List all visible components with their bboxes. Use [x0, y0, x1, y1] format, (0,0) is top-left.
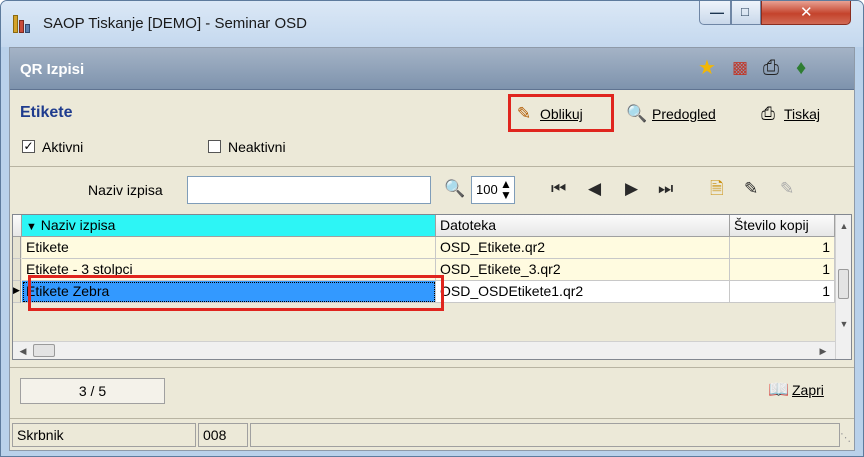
sort-desc-icon: ▼: [26, 221, 37, 233]
cell-copies: 1: [730, 237, 835, 259]
record-counter: 3 / 5: [20, 378, 165, 404]
next-record-icon[interactable]: ▶: [625, 178, 638, 200]
cell-file: OSD_Etikete_3.qr2: [436, 259, 730, 281]
status-bar: Skrbnik 008 ⋱: [10, 418, 854, 450]
minimize-button[interactable]: —: [699, 1, 731, 25]
column-header-file[interactable]: Datoteka: [436, 215, 730, 237]
current-row-icon: ▶: [13, 285, 20, 295]
cell-copies: 1: [730, 259, 835, 281]
status-user: Skrbnik: [12, 423, 196, 447]
design-button-highlight: [508, 94, 614, 132]
panel-header: QR Izpisi ★ ▩ ⎙ ♦: [10, 48, 854, 90]
zoom-spinner-icon[interactable]: ▲ ▼: [500, 178, 512, 201]
panel-title: QR Izpisi: [20, 61, 85, 78]
active-checkbox-label: Aktivni: [42, 139, 84, 155]
horizontal-scroll-thumb[interactable]: [33, 344, 55, 357]
status-empty: [250, 423, 840, 447]
scroll-left-icon[interactable]: ◀: [15, 342, 31, 360]
first-record-icon[interactable]: ⏮: [551, 178, 566, 200]
close-window-button[interactable]: ✕: [761, 1, 851, 25]
filter-bar: Naziv izpisa 🔍 100 ▲ ▼ ⏮ ◀ ▶ ⏭ 🗎 ✎ ✎: [10, 166, 854, 212]
grid-header-indicator: [13, 215, 22, 237]
table-row[interactable]: Etikete OSD_Etikete.qr2 1: [13, 237, 835, 259]
status-code: 008: [198, 423, 248, 447]
help-book-icon[interactable]: ♦: [796, 57, 806, 79]
preview-button[interactable]: 🔍 Predogled: [622, 100, 742, 128]
active-checkbox-box[interactable]: ✓: [22, 140, 35, 153]
reports-grid: ▼ Naziv izpisa Datoteka Število kopij Et…: [12, 214, 852, 360]
vertical-scrollbar[interactable]: ▲ ▼: [835, 215, 851, 359]
inactive-checkbox-label: Neaktivni: [228, 139, 286, 155]
scroll-right-icon[interactable]: ▶: [815, 342, 831, 360]
resize-grip-icon[interactable]: ⋱: [840, 431, 851, 444]
column-header-copies-label: Število kopij: [734, 217, 809, 233]
window-title: SAOP Tiskanje [DEMO] - Seminar OSD: [43, 15, 307, 32]
preview-button-label: Predogled: [652, 106, 716, 122]
zoom-field[interactable]: 100 ▲ ▼: [471, 176, 515, 204]
last-record-icon[interactable]: ⏭: [658, 178, 673, 200]
horizontal-scrollbar[interactable]: ◀ ▶: [13, 341, 835, 359]
section-title: Etikete: [20, 104, 73, 121]
main-panel: QR Izpisi ★ ▩ ⎙ ♦ Etikete ✓ Aktivni Neak…: [9, 47, 855, 451]
minimize-icon: —: [710, 4, 724, 20]
edit-record-icon[interactable]: ✎: [744, 178, 758, 200]
app-icon: [13, 15, 35, 33]
close-book-icon: 📖: [768, 380, 790, 399]
row-indicator[interactable]: [13, 237, 21, 259]
cell-file: OSD_OSDEtikete1.qr2: [436, 281, 730, 303]
print-icon: ⎙: [761, 104, 775, 123]
column-header-name-label: Naziv izpisa: [40, 217, 116, 233]
export-pdf-icon[interactable]: ▩: [732, 57, 748, 79]
cell-file: OSD_Etikete.qr2: [436, 237, 730, 259]
title-bar[interactable]: SAOP Tiskanje [DEMO] - Seminar OSD — □ ✕: [1, 1, 863, 47]
zoom-value: 100: [476, 182, 498, 197]
vertical-scroll-thumb[interactable]: [838, 269, 849, 299]
column-header-name[interactable]: ▼ Naziv izpisa: [22, 215, 436, 237]
name-filter-label: Naziv izpisa: [88, 182, 163, 198]
cell-name: Etikete: [22, 237, 436, 259]
print-button-label: Tiskaj: [784, 106, 821, 122]
previous-record-icon[interactable]: ◀: [588, 178, 601, 200]
print-button[interactable]: ⎙ Tiskaj: [754, 100, 844, 128]
selected-row-highlight: [28, 275, 444, 311]
printer-icon[interactable]: ⎙: [763, 57, 779, 79]
column-header-file-label: Datoteka: [440, 217, 497, 233]
delete-record-icon[interactable]: ✎: [780, 178, 794, 200]
maximize-icon: □: [741, 4, 749, 19]
close-icon: ✕: [800, 4, 813, 21]
search-icon[interactable]: 🔍: [444, 178, 465, 200]
app-window: SAOP Tiskanje [DEMO] - Seminar OSD — □ ✕…: [0, 0, 864, 457]
footer-divider: [10, 367, 854, 368]
maximize-button[interactable]: □: [731, 1, 761, 25]
column-header-copies[interactable]: Število kopij: [730, 215, 835, 237]
scroll-up-icon[interactable]: ▲: [836, 217, 852, 235]
preview-magnifier-icon: 🔍: [626, 104, 648, 123]
new-record-icon[interactable]: 🗎: [710, 178, 724, 200]
row-indicator[interactable]: [13, 259, 21, 281]
close-button-label: Zapri: [792, 382, 824, 398]
cell-copies: 1: [730, 281, 835, 303]
scroll-down-icon[interactable]: ▼: [836, 315, 852, 333]
name-filter-input[interactable]: [187, 176, 431, 204]
inactive-checkbox-box[interactable]: [208, 140, 221, 153]
favorite-star-icon[interactable]: ★: [698, 57, 716, 79]
row-indicator-current[interactable]: ▶: [13, 281, 21, 303]
